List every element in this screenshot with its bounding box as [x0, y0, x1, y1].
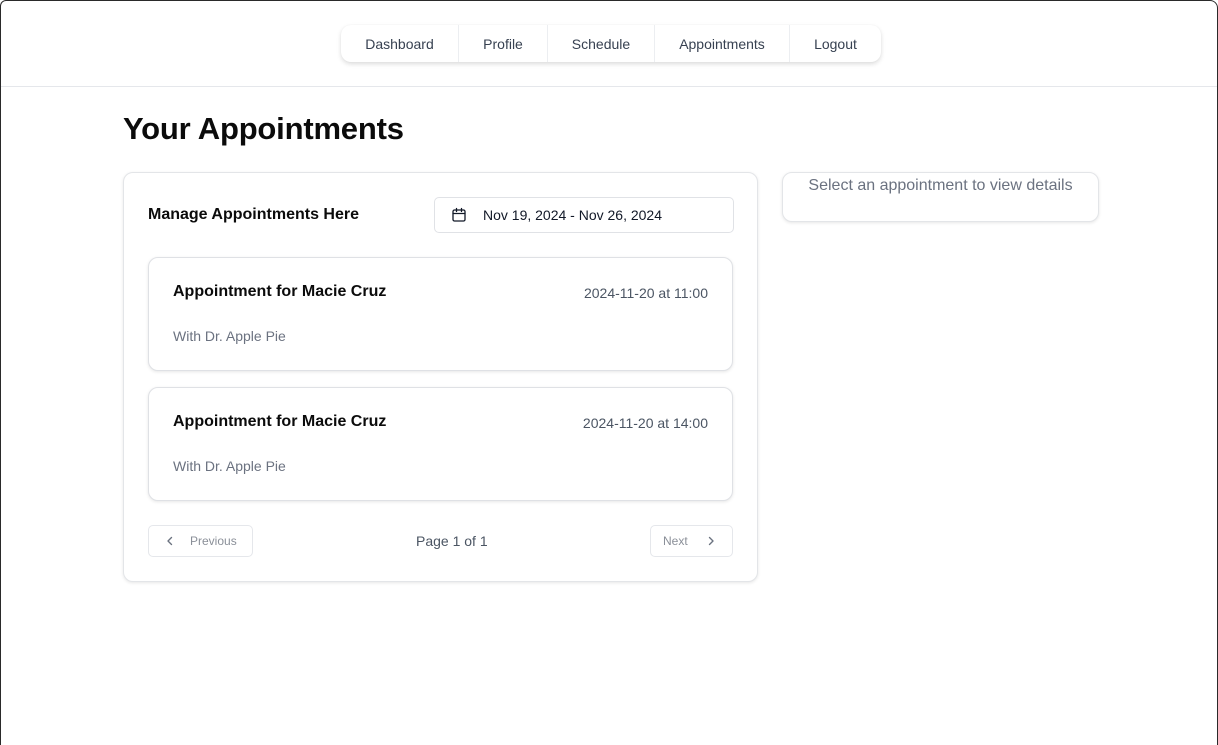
nav-item-logout[interactable]: Logout: [790, 25, 881, 62]
appointment-card[interactable]: Appointment for Macie Cruz 2024-11-20 at…: [148, 387, 733, 501]
next-page-button[interactable]: Next: [650, 525, 733, 557]
appointment-card[interactable]: Appointment for Macie Cruz 2024-11-20 at…: [148, 257, 733, 371]
top-bar: Dashboard Profile Schedule Appointments …: [1, 1, 1217, 87]
appointment-doctor: With Dr. Apple Pie: [173, 458, 286, 474]
page-indicator: Page 1 of 1: [416, 533, 488, 549]
chevron-left-icon: [165, 536, 175, 546]
appointment-title: Appointment for Macie Cruz: [173, 283, 387, 300]
appointments-panel: Manage Appointments Here Nov 19, 2024 - …: [123, 172, 758, 582]
app-window: Dashboard Profile Schedule Appointments …: [0, 0, 1218, 745]
appointment-doctor: With Dr. Apple Pie: [173, 328, 286, 344]
next-label: Next: [663, 534, 688, 548]
page-title: Your Appointments: [123, 111, 404, 146]
date-range-picker[interactable]: Nov 19, 2024 - Nov 26, 2024: [434, 197, 734, 233]
nav-item-dashboard[interactable]: Dashboard: [341, 25, 459, 62]
date-range-value: Nov 19, 2024 - Nov 26, 2024: [483, 207, 663, 223]
previous-page-button[interactable]: Previous: [148, 525, 253, 557]
previous-label: Previous: [190, 534, 237, 548]
main-nav: Dashboard Profile Schedule Appointments …: [341, 25, 881, 62]
nav-item-schedule[interactable]: Schedule: [548, 25, 655, 62]
appointment-datetime: 2024-11-20 at 11:00: [583, 285, 708, 301]
chevron-right-icon: [706, 536, 716, 546]
details-placeholder: Select an appointment to view details: [808, 177, 1073, 194]
calendar-icon: [451, 207, 467, 223]
appointment-details-panel: Select an appointment to view details: [782, 172, 1099, 222]
appointment-datetime: 2024-11-20 at 14:00: [582, 415, 708, 431]
nav-item-profile[interactable]: Profile: [459, 25, 548, 62]
nav-item-appointments[interactable]: Appointments: [655, 25, 790, 62]
appointment-title: Appointment for Macie Cruz: [173, 413, 387, 430]
panel-heading: Manage Appointments Here: [148, 206, 359, 223]
